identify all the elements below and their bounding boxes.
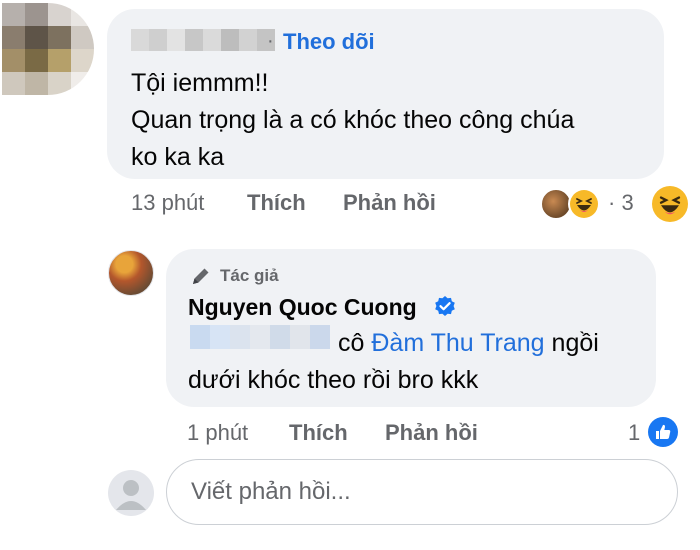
haha-icon [568, 188, 600, 220]
reply-timestamp[interactable]: 1 phút [187, 420, 248, 446]
default-avatar-icon [116, 480, 146, 510]
reply-text: cô Đàm Thu Trang ngồi dưới khóc theo rồi… [188, 325, 648, 399]
like-button[interactable]: Thích [247, 190, 306, 216]
follow-link[interactable]: Theo dõi [283, 29, 375, 55]
tagged-user-link[interactable]: Đàm Thu Trang [371, 329, 544, 357]
reply-bubble: Tác giả Nguyen Quoc Cuong cô Đàm Thu Tra… [166, 249, 656, 407]
reply-text-line: cô Đàm Thu Trang ngồi [188, 325, 648, 362]
reply-button[interactable]: Phản hồi [385, 420, 478, 446]
reaction-count: · 3 [608, 190, 634, 215]
comment-bubble: · Theo dõi Tội iemmm!! Quan trọng là a c… [107, 9, 664, 179]
reply-button[interactable]: Phản hồi [343, 190, 436, 216]
current-user-avatar[interactable] [108, 470, 154, 516]
comment-text-line: Tội iemmm!! [131, 69, 269, 97]
reply-text-prefix: cô [338, 329, 372, 357]
commenter-avatar-blurred[interactable] [2, 3, 94, 95]
comment-text-line: ko ka ka [131, 143, 225, 171]
author-badge-label: Tác giả [220, 266, 279, 285]
reaction-count: 1 [628, 420, 641, 445]
comment-text: Tội iemmm!! Quan trọng là a có khóc theo… [131, 65, 651, 176]
like-icon[interactable] [648, 417, 678, 447]
commenter-name-blurred[interactable] [131, 29, 275, 51]
reply-text-suffix: ngồi [544, 329, 599, 357]
comment-text-line: Quan trọng là a có khóc theo công chúa [131, 106, 575, 134]
reaction-summary[interactable]: · 3 [540, 186, 690, 222]
comment-timestamp[interactable]: 13 phút [131, 190, 204, 216]
author-badge: Tác giả [190, 265, 279, 287]
separator-dot: · [267, 30, 274, 52]
reply-input-placeholder: Viết phản hồi... [191, 478, 351, 505]
verified-check-icon [435, 296, 455, 316]
reply-input[interactable]: Viết phản hồi... [166, 459, 678, 525]
like-button[interactable]: Thích [289, 420, 348, 446]
haha-icon[interactable] [652, 186, 688, 222]
author-name[interactable]: Nguyen Quoc Cuong [188, 293, 417, 321]
author-avatar[interactable] [108, 250, 154, 296]
reply-text-line: dưới khóc theo rồi bro kkk [188, 366, 479, 394]
pen-icon [193, 268, 209, 284]
